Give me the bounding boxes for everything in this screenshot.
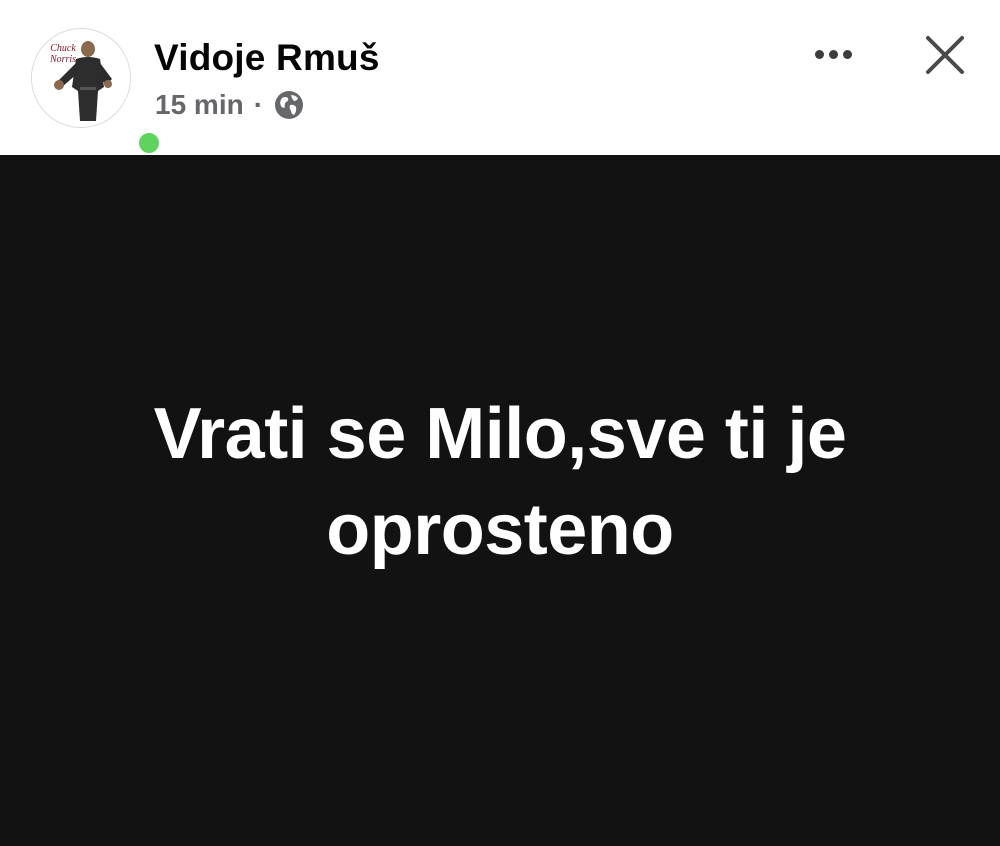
more-options-icon-dot xyxy=(842,49,852,59)
meta-separator: · xyxy=(253,89,264,120)
close-icon[interactable] xyxy=(920,30,970,80)
more-options-icon-dot xyxy=(828,49,838,59)
more-options-button[interactable] xyxy=(805,34,861,74)
avatar-image: Chuck Norris xyxy=(31,28,131,128)
post-header: Chuck Norris Vidoje Rmuš 15 min · xyxy=(0,0,1000,157)
post-viewer: Chuck Norris Vidoje Rmuš 15 min · Vrati … xyxy=(0,0,1000,846)
post-meta: 15 min · xyxy=(155,86,305,124)
more-options-icon-dot xyxy=(814,49,824,59)
author-name[interactable]: Vidoje Rmuš xyxy=(154,36,380,80)
post-text: Vrati se Milo,sve ti je oprosteno xyxy=(153,393,847,570)
avatar-caption: Chuck Norris xyxy=(49,43,77,65)
author-avatar[interactable]: Chuck Norris xyxy=(31,28,163,157)
post-content: Vrati se Milo,sve ti je oprosteno xyxy=(0,155,1000,846)
globe-icon[interactable] xyxy=(273,89,305,121)
post-timestamp[interactable]: 15 min xyxy=(155,89,244,121)
online-status-indicator xyxy=(135,129,163,157)
